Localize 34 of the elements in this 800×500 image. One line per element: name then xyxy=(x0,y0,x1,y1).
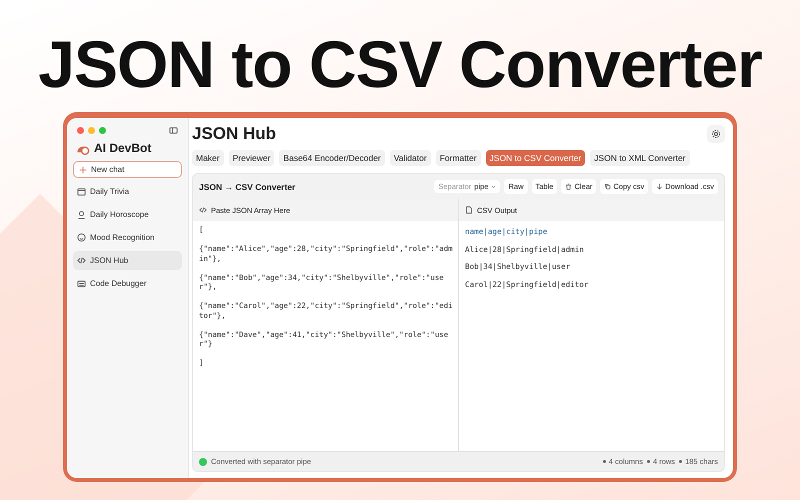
copy-icon xyxy=(604,183,612,190)
bullet-icon xyxy=(679,460,682,463)
new-chat-button[interactable]: New chat xyxy=(73,161,182,178)
tab[interactable]: Maker xyxy=(192,150,224,166)
keyboard-icon xyxy=(77,279,86,288)
sidebar-item[interactable]: Daily Trivia xyxy=(73,182,182,201)
calendar-icon xyxy=(77,187,86,196)
trash-icon xyxy=(565,183,572,190)
sidebar-item[interactable]: Code Debugger xyxy=(73,274,182,293)
tab[interactable]: JSON to CSV Converter xyxy=(486,150,586,166)
headline: JSON to CSV Converter xyxy=(37,26,763,103)
tab[interactable]: Validator xyxy=(390,150,431,166)
settings-button[interactable] xyxy=(707,125,725,143)
settings-icon xyxy=(711,129,721,139)
tab[interactable]: Base64 Encoder/Decoder xyxy=(279,150,385,166)
tab[interactable]: Formatter xyxy=(436,150,481,166)
tab[interactable]: JSON to XML Converter xyxy=(590,150,690,166)
converter-title: JSON → CSV Converter xyxy=(199,182,296,192)
sidebar-item[interactable]: JSON Hub xyxy=(73,251,182,270)
sidebar-item[interactable]: Daily Horoscope xyxy=(73,205,182,224)
app-name: AI DevBot xyxy=(94,141,152,155)
tab[interactable]: Previewer xyxy=(228,150,274,166)
window-title: JSON Hub xyxy=(192,124,276,144)
person-icon xyxy=(77,210,86,219)
code-icon xyxy=(199,206,207,214)
plus-icon xyxy=(79,166,87,174)
file-icon xyxy=(465,206,473,214)
bullet-icon xyxy=(646,460,650,463)
sidebar-toggle-icon xyxy=(169,126,178,135)
sidebar-item[interactable]: Mood Recognition xyxy=(73,228,182,247)
bullet-icon xyxy=(602,460,606,463)
smiley-icon xyxy=(77,233,86,242)
download-icon xyxy=(656,183,664,190)
code-icon xyxy=(77,256,86,265)
